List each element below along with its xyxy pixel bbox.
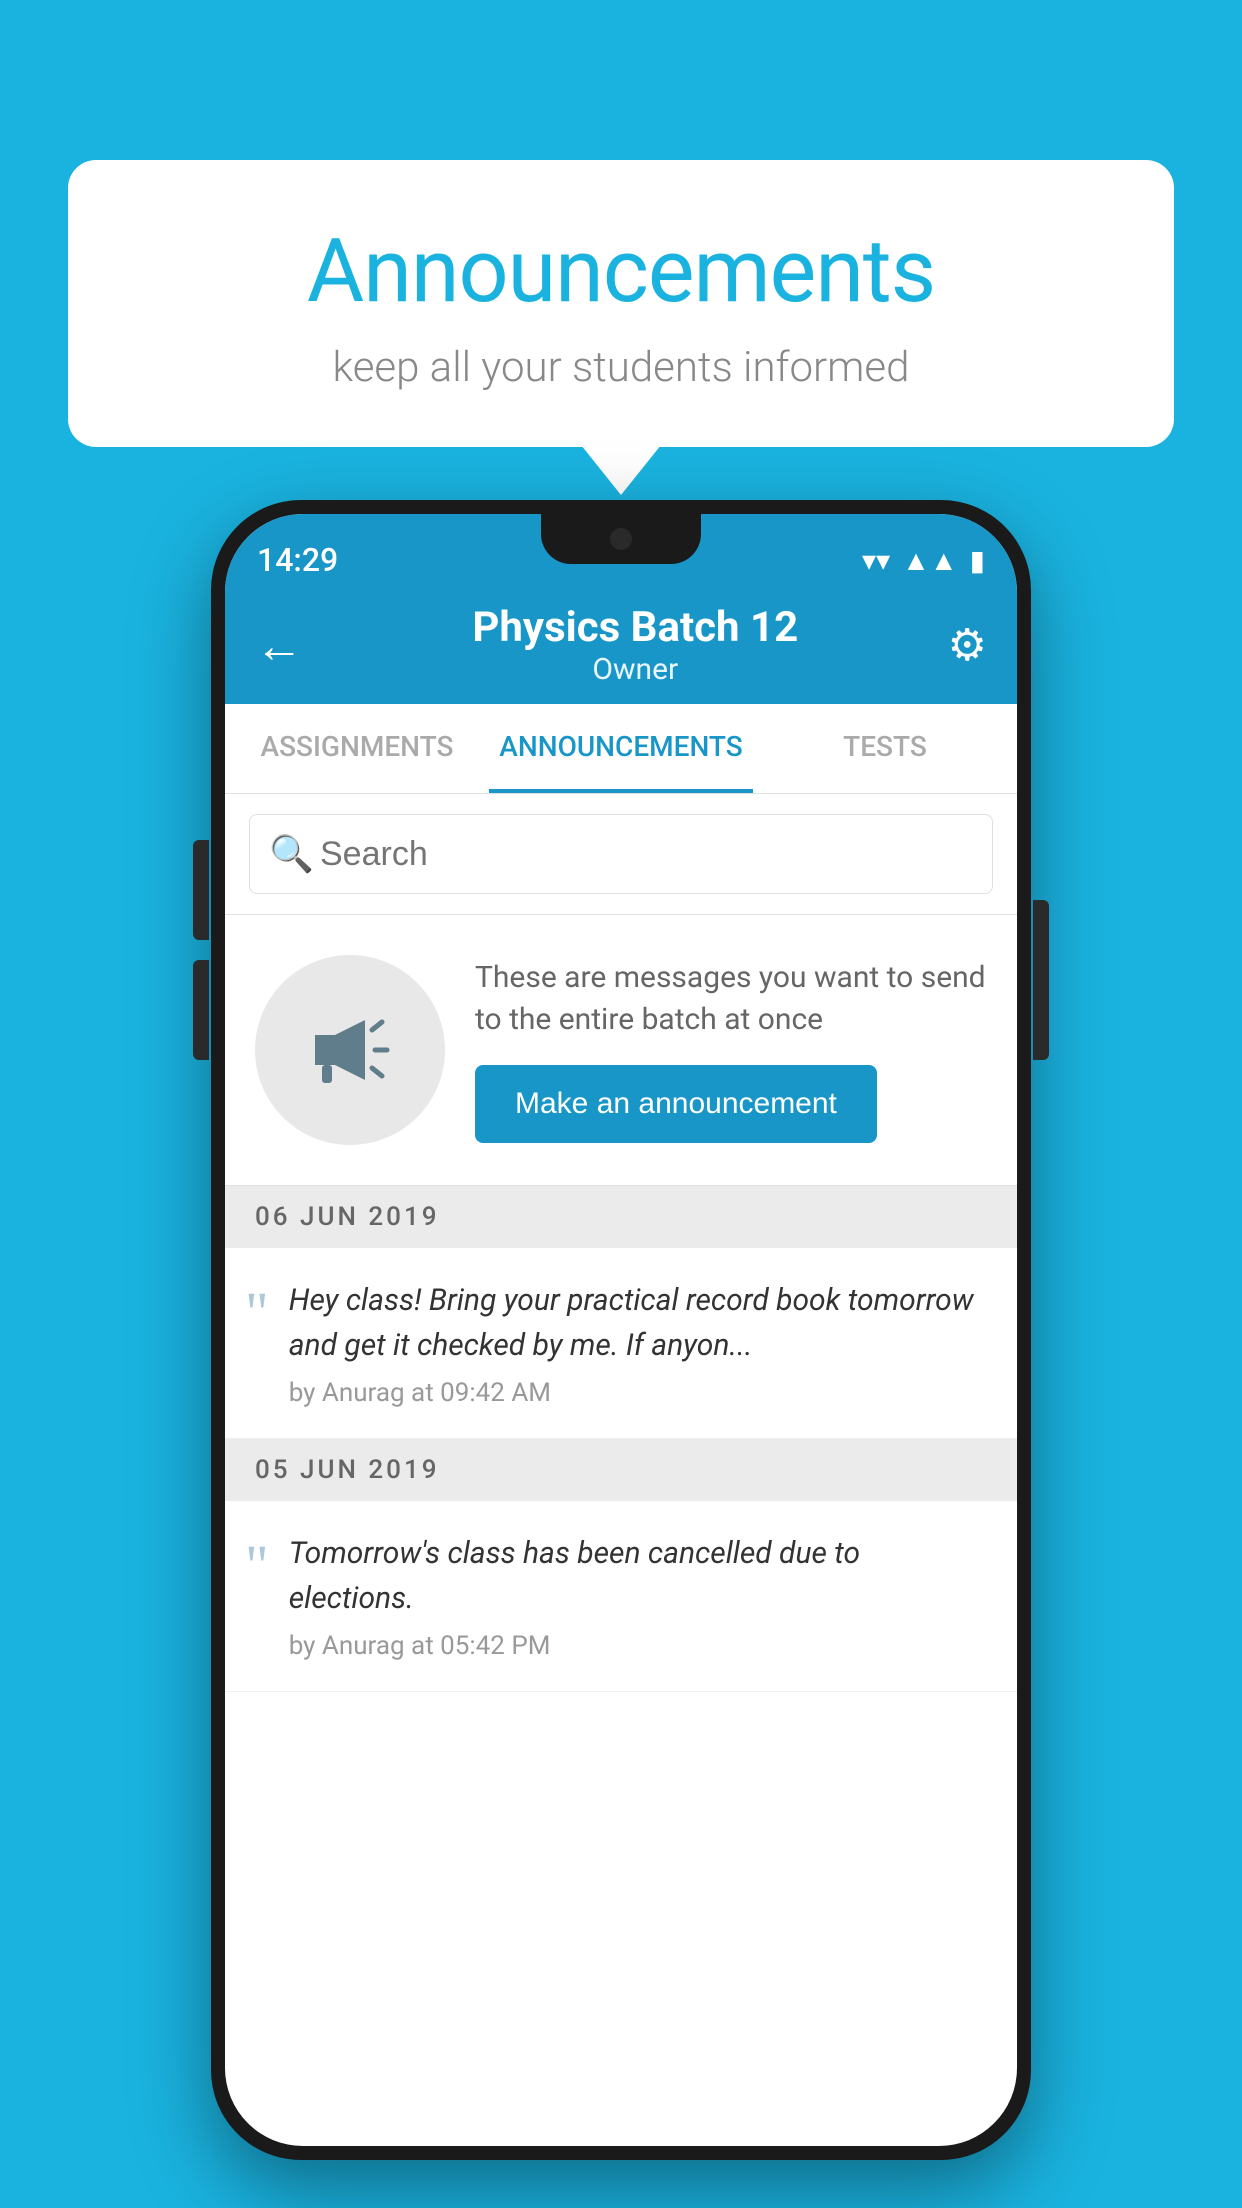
phone-device: 14:29 ▾▾ ▲▲ ▮ ← Physics Batch 12 Owner ⚙ — [211, 500, 1031, 2160]
speech-bubble-title: Announcements — [118, 220, 1124, 323]
search-input[interactable] — [249, 814, 993, 894]
back-button[interactable]: ← — [255, 617, 303, 674]
tab-assignments[interactable]: ASSIGNMENTS — [225, 704, 489, 793]
announcement-content-2: Tomorrow's class has been cancelled due … — [289, 1531, 987, 1661]
search-container: 🔍 — [225, 794, 1017, 915]
announcement-content-1: Hey class! Bring your practical record b… — [289, 1278, 987, 1408]
settings-icon[interactable]: ⚙ — [948, 619, 987, 671]
content-scroll: 🔍 — [225, 794, 1017, 2146]
status-time: 14:29 — [257, 541, 338, 579]
search-icon: 🔍 — [269, 833, 314, 875]
announcement-prompt-text: These are messages you want to send to t… — [475, 957, 987, 1041]
phone-screen: 14:29 ▾▾ ▲▲ ▮ ← Physics Batch 12 Owner ⚙ — [225, 514, 1017, 2146]
announcement-text-2: Tomorrow's class has been cancelled due … — [289, 1531, 987, 1621]
status-icons: ▾▾ ▲▲ ▮ — [862, 544, 985, 577]
make-announcement-button[interactable]: Make an announcement — [475, 1065, 877, 1143]
quote-icon-1: " — [245, 1284, 269, 1408]
front-camera — [610, 528, 632, 550]
quote-icon-2: " — [245, 1537, 269, 1661]
announcement-text-1: Hey class! Bring your practical record b… — [289, 1278, 987, 1368]
announcement-prompt-card: These are messages you want to send to t… — [225, 915, 1017, 1186]
battery-icon: ▮ — [970, 544, 985, 577]
announcement-prompt-right: These are messages you want to send to t… — [475, 957, 987, 1143]
app-bar-title-area: Physics Batch 12 Owner — [323, 603, 948, 687]
phone-screen-area: 14:29 ▾▾ ▲▲ ▮ ← Physics Batch 12 Owner ⚙ — [225, 514, 1017, 2146]
announcement-meta-2: by Anurag at 05:42 PM — [289, 1631, 987, 1661]
side-button-volume-down — [193, 960, 209, 1060]
app-bar: ← Physics Batch 12 Owner ⚙ — [225, 586, 1017, 704]
announcement-item-2[interactable]: " Tomorrow's class has been cancelled du… — [225, 1501, 1017, 1692]
phone-notch — [541, 514, 701, 564]
megaphone-icon — [300, 1000, 400, 1100]
wifi-icon: ▾▾ — [862, 544, 890, 577]
speech-bubble: Announcements keep all your students inf… — [68, 160, 1174, 447]
app-bar-title: Physics Batch 12 — [323, 603, 948, 652]
announcement-meta-1: by Anurag at 09:42 AM — [289, 1378, 987, 1408]
app-bar-subtitle: Owner — [323, 652, 948, 687]
side-button-volume-up — [193, 840, 209, 940]
tab-announcements[interactable]: ANNOUNCEMENTS — [489, 704, 753, 793]
date-separator-jun6: 06 JUN 2019 — [225, 1186, 1017, 1248]
tab-tests[interactable]: TESTS — [753, 704, 1017, 793]
tabs-bar: ASSIGNMENTS ANNOUNCEMENTS TESTS — [225, 704, 1017, 794]
megaphone-circle — [255, 955, 445, 1145]
signal-icon: ▲▲ — [902, 544, 957, 577]
phone-outer-shell: 14:29 ▾▾ ▲▲ ▮ ← Physics Batch 12 Owner ⚙ — [211, 500, 1031, 2160]
date-separator-jun5: 05 JUN 2019 — [225, 1439, 1017, 1501]
search-wrapper: 🔍 — [249, 814, 993, 894]
side-button-power — [1033, 900, 1049, 1060]
speech-bubble-subtitle: keep all your students informed — [118, 343, 1124, 392]
speech-bubble-container: Announcements keep all your students inf… — [68, 160, 1174, 447]
announcement-item-1[interactable]: " Hey class! Bring your practical record… — [225, 1248, 1017, 1439]
